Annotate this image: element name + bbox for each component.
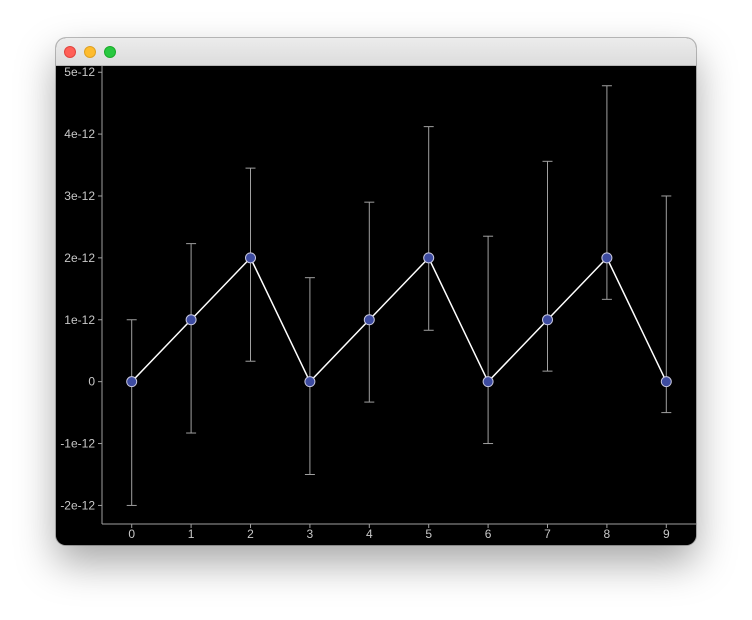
app-window: -2e-12 -1e-12 0 1e-12 2e-12 3e-12 4e-12 5e-12 0 1… <box>56 38 696 545</box>
minimize-window-button[interactable] <box>84 46 96 58</box>
x-tick-label: 4 <box>366 527 373 541</box>
x-tick-label: 9 <box>663 527 670 541</box>
series-line <box>131 256 667 383</box>
zoom-window-button[interactable] <box>104 46 116 58</box>
title-bar <box>56 38 696 66</box>
x-tick-label: 0 <box>128 527 135 541</box>
x-tick-label: 3 <box>307 527 314 541</box>
data-point <box>126 376 138 388</box>
x-tick-label: 5 <box>425 527 432 541</box>
close-window-button[interactable] <box>64 46 76 58</box>
x-tick-label: 8 <box>604 527 611 541</box>
x-tick-label: 7 <box>544 527 551 541</box>
y-tick-label: -1e-12 <box>60 437 95 451</box>
y-tick-label: -2e-12 <box>60 498 95 512</box>
data-point <box>542 314 553 326</box>
x-tick-label: 2 <box>247 527 254 541</box>
y-tick-label: 4e-12 <box>64 127 95 141</box>
data-point <box>185 314 197 326</box>
errorbar-line-chart: -2e-12 -1e-12 0 1e-12 2e-12 3e-12 4e-12 5e-12 0 1… <box>60 65 696 541</box>
y-tick-label: 5e-12 <box>64 66 95 79</box>
data-point <box>363 314 375 326</box>
data-point <box>660 376 672 388</box>
x-tick-label: 1 <box>188 527 195 541</box>
y-tick-label: 0 <box>88 375 95 389</box>
y-tick-label: 3e-12 <box>64 189 95 203</box>
y-tick-label: 1e-12 <box>64 313 95 327</box>
data-point <box>482 376 494 388</box>
y-tick-label: 2e-12 <box>64 251 95 265</box>
data-point <box>423 252 435 264</box>
x-tick-label: 6 <box>485 527 492 541</box>
data-point <box>304 376 316 388</box>
data-point <box>245 252 256 264</box>
data-point <box>601 252 613 264</box>
plot-area: -2e-12 -1e-12 0 1e-12 2e-12 3e-12 4e-12 5e-12 0 1… <box>56 65 696 545</box>
